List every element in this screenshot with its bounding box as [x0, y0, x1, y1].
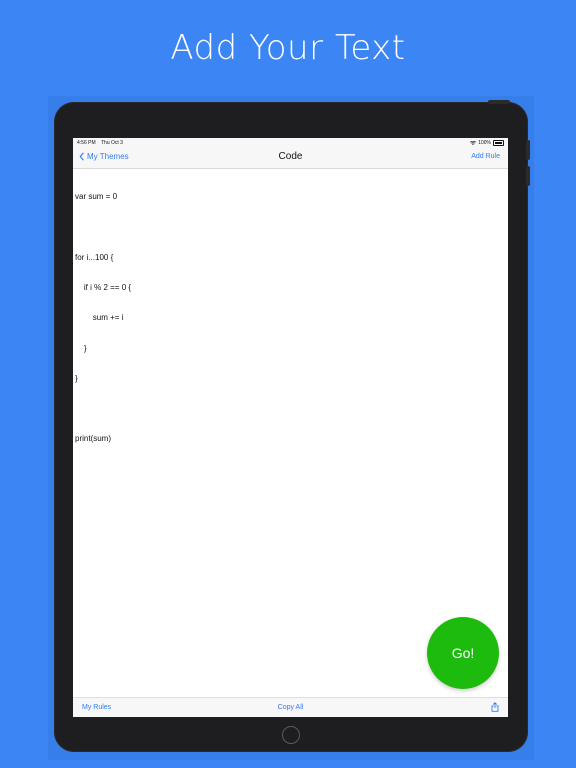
- code-line: print(sum): [75, 434, 112, 444]
- code-editor[interactable]: var sum = 0 for i...100 { if i % 2 == 0 …: [75, 172, 500, 692]
- copy-all-button[interactable]: Copy All: [278, 704, 304, 711]
- toolbar-center: Copy All: [73, 704, 508, 711]
- code-line: for i...100 {: [75, 252, 114, 262]
- volume-up-button: [526, 140, 530, 160]
- code-line: }: [75, 373, 78, 383]
- code-line: sum += i: [75, 313, 124, 323]
- battery-percent: 100%: [478, 140, 491, 146]
- volume-down-button: [526, 166, 530, 186]
- status-date: Thu Oct 3: [101, 140, 123, 146]
- battery-icon: [493, 140, 504, 146]
- status-bar: 4:56 PM Thu Oct 3 100%: [73, 138, 508, 148]
- headline: Add Your Text: [170, 28, 406, 68]
- status-right: 100%: [470, 140, 504, 146]
- home-button[interactable]: [282, 726, 300, 744]
- wifi-icon: [470, 141, 477, 145]
- top-button: [488, 100, 510, 104]
- code-line: }: [75, 343, 87, 353]
- code-line: var sum = 0: [75, 192, 118, 202]
- add-rule-button[interactable]: Add Rule: [471, 153, 500, 160]
- share-icon[interactable]: [491, 702, 499, 712]
- navigation-bar: My Themes Code Add Rule: [73, 148, 508, 169]
- status-time: 4:56 PM: [77, 140, 96, 146]
- page-title: Code: [278, 151, 303, 162]
- code-line: if i % 2 == 0 {: [75, 283, 132, 293]
- bottom-toolbar: My Rules Copy All: [73, 697, 508, 717]
- go-button[interactable]: Go!: [427, 617, 499, 689]
